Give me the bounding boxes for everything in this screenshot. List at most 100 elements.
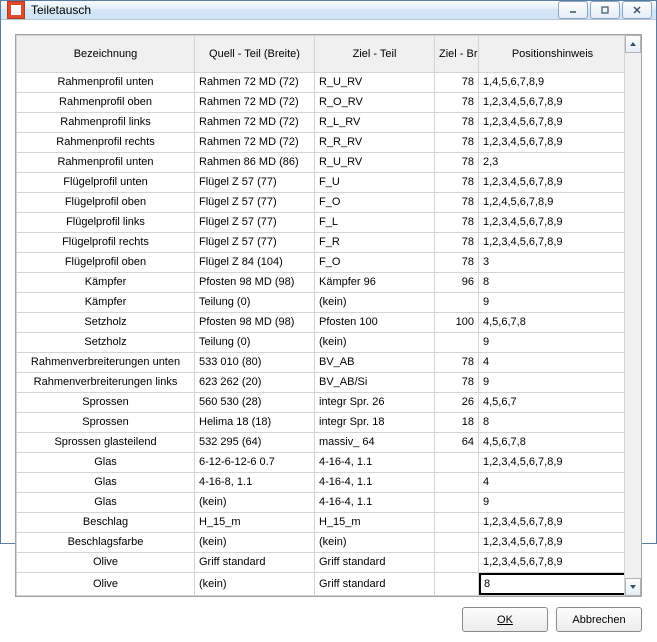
- cell-bezeichnung[interactable]: Rahmenprofil unten: [17, 153, 195, 173]
- positionshinweis-input[interactable]: [481, 575, 624, 593]
- cell-bezeichnung[interactable]: Glas: [17, 473, 195, 493]
- cell-ziel-breite[interactable]: 96: [435, 273, 479, 293]
- cell-quell-teil[interactable]: Rahmen 72 MD (72): [195, 133, 315, 153]
- table-row[interactable]: Glas4-16-8, 1.14-16-4, 1.14: [17, 473, 625, 493]
- cell-ziel-teil[interactable]: 4-16-4, 1.1: [315, 473, 435, 493]
- cell-quell-teil[interactable]: Teilung (0): [195, 333, 315, 353]
- cell-positionshinweis[interactable]: 1,2,4,5,6,7,8,9: [479, 193, 625, 213]
- cell-quell-teil[interactable]: (kein): [195, 573, 315, 596]
- ok-button[interactable]: OK: [462, 607, 548, 632]
- cell-ziel-breite[interactable]: [435, 493, 479, 513]
- cell-positionshinweis[interactable]: 2,3: [479, 153, 625, 173]
- cell-bezeichnung[interactable]: Rahmenprofil rechts: [17, 133, 195, 153]
- cell-positionshinweis-editor[interactable]: [479, 573, 625, 596]
- cell-bezeichnung[interactable]: Sprossen: [17, 393, 195, 413]
- cell-ziel-breite[interactable]: 78: [435, 213, 479, 233]
- table-row[interactable]: SetzholzPfosten 98 MD (98)Pfosten 100100…: [17, 313, 625, 333]
- cell-quell-teil[interactable]: Helima 18 (18): [195, 413, 315, 433]
- cell-ziel-teil[interactable]: F_O: [315, 193, 435, 213]
- cell-positionshinweis[interactable]: 4,5,6,7,8: [479, 313, 625, 333]
- table-row[interactable]: BeschlagH_15_mH_15_m1,2,3,4,5,6,7,8,9: [17, 513, 625, 533]
- cell-quell-teil[interactable]: Pfosten 98 MD (98): [195, 313, 315, 333]
- close-button[interactable]: [622, 1, 652, 19]
- cell-ziel-teil[interactable]: (kein): [315, 333, 435, 353]
- vertical-scrollbar[interactable]: [624, 35, 641, 596]
- col-header-ziel-teil[interactable]: Ziel - Teil: [315, 36, 435, 73]
- table-row-editing[interactable]: Olive(kein)Griff standard: [17, 573, 625, 596]
- cell-ziel-teil[interactable]: Griff standard: [315, 553, 435, 573]
- cell-bezeichnung[interactable]: Olive: [17, 573, 195, 596]
- maximize-button[interactable]: [590, 1, 620, 19]
- scroll-down-button[interactable]: [625, 578, 641, 596]
- cell-quell-teil[interactable]: Flügel Z 57 (77): [195, 233, 315, 253]
- cell-bezeichnung[interactable]: Flügelprofil unten: [17, 173, 195, 193]
- table-row[interactable]: Flügelprofil linksFlügel Z 57 (77)F_L781…: [17, 213, 625, 233]
- cell-positionshinweis[interactable]: 9: [479, 373, 625, 393]
- cell-positionshinweis[interactable]: 3: [479, 253, 625, 273]
- cell-ziel-teil[interactable]: 4-16-4, 1.1: [315, 493, 435, 513]
- cell-bezeichnung[interactable]: Flügelprofil links: [17, 213, 195, 233]
- table-row[interactable]: OliveGriff standardGriff standard1,2,3,4…: [17, 553, 625, 573]
- cell-positionshinweis[interactable]: 1,2,3,4,5,6,7,8,9: [479, 113, 625, 133]
- cell-positionshinweis[interactable]: 1,2,3,4,5,6,7,8,9: [479, 453, 625, 473]
- cell-quell-teil[interactable]: 623 262 (20): [195, 373, 315, 393]
- cell-quell-teil[interactable]: Griff standard: [195, 553, 315, 573]
- table-row[interactable]: Sprossen560 530 (28)integr Spr. 26264,5,…: [17, 393, 625, 413]
- cell-ziel-breite[interactable]: [435, 533, 479, 553]
- cell-bezeichnung[interactable]: Rahmenprofil links: [17, 113, 195, 133]
- cell-bezeichnung[interactable]: Glas: [17, 493, 195, 513]
- cell-ziel-teil[interactable]: F_R: [315, 233, 435, 253]
- cell-positionshinweis[interactable]: 4,5,6,7,8: [479, 433, 625, 453]
- cell-ziel-breite[interactable]: [435, 573, 479, 596]
- cell-bezeichnung[interactable]: Rahmenverbreiterungen links: [17, 373, 195, 393]
- cell-bezeichnung[interactable]: Kämpfer: [17, 293, 195, 313]
- cell-bezeichnung[interactable]: Setzholz: [17, 333, 195, 353]
- cell-ziel-breite[interactable]: 78: [435, 353, 479, 373]
- cell-ziel-breite[interactable]: [435, 513, 479, 533]
- cell-positionshinweis[interactable]: 1,2,3,4,5,6,7,8,9: [479, 533, 625, 553]
- cell-bezeichnung[interactable]: Beschlagsfarbe: [17, 533, 195, 553]
- cell-ziel-breite[interactable]: 78: [435, 173, 479, 193]
- cell-positionshinweis[interactable]: 4: [479, 353, 625, 373]
- cell-ziel-teil[interactable]: R_O_RV: [315, 93, 435, 113]
- cell-positionshinweis[interactable]: 9: [479, 493, 625, 513]
- cell-ziel-breite[interactable]: 78: [435, 113, 479, 133]
- cell-ziel-teil[interactable]: integr Spr. 18: [315, 413, 435, 433]
- cell-quell-teil[interactable]: 6-12-6-12-6 0.7: [195, 453, 315, 473]
- cell-quell-teil[interactable]: Pfosten 98 MD (98): [195, 273, 315, 293]
- cell-quell-teil[interactable]: 4-16-8, 1.1: [195, 473, 315, 493]
- cell-ziel-teil[interactable]: F_L: [315, 213, 435, 233]
- cell-ziel-teil[interactable]: massiv_ 64: [315, 433, 435, 453]
- cell-ziel-teil[interactable]: 4-16-4, 1.1: [315, 453, 435, 473]
- table-row[interactable]: Rahmenprofil rechtsRahmen 72 MD (72)R_R_…: [17, 133, 625, 153]
- table-row[interactable]: Flügelprofil untenFlügel Z 57 (77)F_U781…: [17, 173, 625, 193]
- cell-ziel-teil[interactable]: (kein): [315, 533, 435, 553]
- cell-ziel-teil[interactable]: BV_AB/Si: [315, 373, 435, 393]
- cell-quell-teil[interactable]: 532 295 (64): [195, 433, 315, 453]
- cell-quell-teil[interactable]: Rahmen 72 MD (72): [195, 73, 315, 93]
- table-row[interactable]: Flügelprofil obenFlügel Z 57 (77)F_O781,…: [17, 193, 625, 213]
- cell-quell-teil[interactable]: 533 010 (80): [195, 353, 315, 373]
- cell-quell-teil[interactable]: Teilung (0): [195, 293, 315, 313]
- cell-quell-teil[interactable]: Rahmen 72 MD (72): [195, 113, 315, 133]
- table-row[interactable]: Rahmenprofil linksRahmen 72 MD (72)R_L_R…: [17, 113, 625, 133]
- cell-positionshinweis[interactable]: 1,2,3,4,5,6,7,8,9: [479, 233, 625, 253]
- cell-bezeichnung[interactable]: Flügelprofil oben: [17, 253, 195, 273]
- cell-ziel-teil[interactable]: Griff standard: [315, 573, 435, 596]
- cell-quell-teil[interactable]: 560 530 (28): [195, 393, 315, 413]
- table-row[interactable]: Glas6-12-6-12-6 0.74-16-4, 1.1 1,2,3,4,5,…: [17, 453, 625, 473]
- cell-bezeichnung[interactable]: Beschlag: [17, 513, 195, 533]
- cell-ziel-breite[interactable]: 78: [435, 73, 479, 93]
- cell-positionshinweis[interactable]: 1,2,3,4,5,6,7,8,9: [479, 93, 625, 113]
- cell-bezeichnung[interactable]: Rahmenprofil unten: [17, 73, 195, 93]
- cell-bezeichnung[interactable]: Glas: [17, 453, 195, 473]
- cell-positionshinweis[interactable]: 8: [479, 413, 625, 433]
- cell-ziel-breite[interactable]: 78: [435, 233, 479, 253]
- table-row[interactable]: Beschlagsfarbe(kein)(kein)1,2,3,4,5,6,7,…: [17, 533, 625, 553]
- cell-bezeichnung[interactable]: Flügelprofil oben: [17, 193, 195, 213]
- cell-positionshinweis[interactable]: 8: [479, 273, 625, 293]
- cell-ziel-teil[interactable]: Pfosten 100: [315, 313, 435, 333]
- col-header-quell-teil[interactable]: Quell - Teil (Breite): [195, 36, 315, 73]
- cell-positionshinweis[interactable]: 1,2,3,4,5,6,7,8,9: [479, 173, 625, 193]
- table-row[interactable]: Glas(kein)4-16-4, 1.19: [17, 493, 625, 513]
